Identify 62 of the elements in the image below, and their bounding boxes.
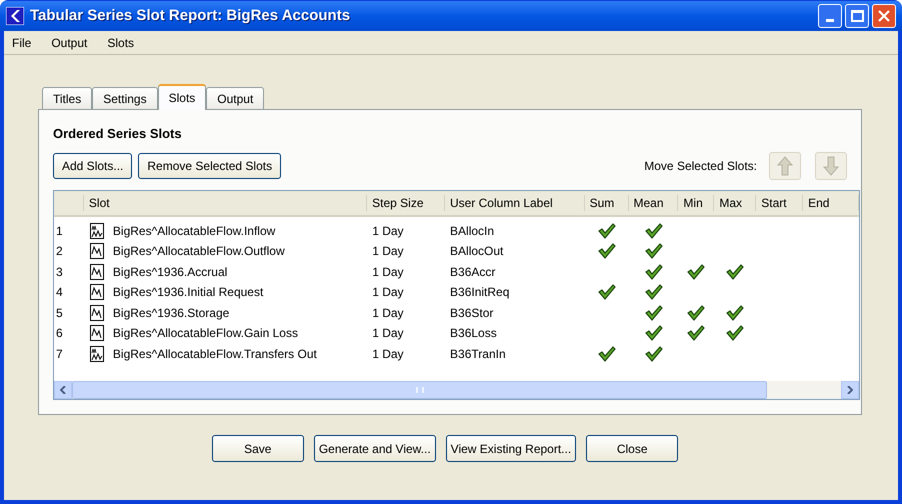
slot-cell-text: BigRes^AllocatableFlow.Outflow <box>112 243 285 260</box>
move-label: Move Selected Slots: <box>644 158 757 174</box>
close-icon <box>878 10 890 22</box>
section-title: Ordered Series Slots <box>53 125 183 143</box>
tab[interactable]: Slots <box>158 84 206 110</box>
minimize-button[interactable] <box>818 4 842 28</box>
column-header[interactable]: User Column Label <box>444 194 585 210</box>
down-arrow-icon <box>823 156 839 176</box>
app-logo-icon <box>6 7 24 25</box>
tab[interactable]: Output <box>206 87 264 109</box>
column-header[interactable]: Mean <box>628 194 678 210</box>
scroll-left-button[interactable] <box>54 380 72 398</box>
row-number: 5 <box>55 304 64 322</box>
column-header[interactable]: Max <box>714 194 756 210</box>
row-number: 7 <box>55 346 64 363</box>
menu-item[interactable]: Slots <box>107 34 134 52</box>
slot-cell-text: BigRes^1936.Storage <box>112 304 230 322</box>
column-header[interactable]: Start <box>756 194 804 210</box>
step-size-cell-text: 1 Day <box>371 284 405 302</box>
dialog-button[interactable]: Close <box>586 435 678 462</box>
step-size-cell-text: 1 Day <box>371 243 405 260</box>
scroll-right-button[interactable] <box>841 380 859 398</box>
label-cell-text: BAllocIn <box>449 222 496 240</box>
maximize-button[interactable] <box>845 4 869 28</box>
tab[interactable]: Titles <box>42 87 92 109</box>
row-number: 3 <box>55 264 64 281</box>
window-title: Tabular Series Slot Report: BigRes Accounts <box>30 6 350 26</box>
menu-item[interactable]: Output <box>51 34 88 52</box>
up-arrow-icon <box>777 156 793 176</box>
dialog-button[interactable]: Save <box>212 435 304 462</box>
menu-item[interactable]: File <box>12 34 32 52</box>
row-number: 4 <box>55 284 64 302</box>
dialog-button[interactable]: View Existing Report... <box>446 435 576 462</box>
slot-cell-text: BigRes^1936.Initial Request <box>112 284 264 302</box>
step-size-cell-text: 1 Day <box>371 222 405 240</box>
label-cell-text: B36Stor <box>449 304 494 322</box>
step-size-cell-text: 1 Day <box>371 304 405 322</box>
step-size-cell-text: 1 Day <box>371 346 405 363</box>
tab[interactable]: Settings <box>92 87 158 109</box>
row-number: 2 <box>55 243 64 260</box>
step-size-cell-text: 1 Day <box>371 264 405 281</box>
column-header[interactable]: End <box>803 194 859 210</box>
slot-cell-text: BigRes^AllocatableFlow.Inflow <box>112 222 276 240</box>
column-header[interactable]: Sum <box>584 194 629 210</box>
close-button[interactable] <box>872 4 896 28</box>
label-cell-text: B36Accr <box>449 264 496 281</box>
slot-cell-text: BigRes^AllocatableFlow.Transfers Out <box>112 346 317 363</box>
remove-slots-button[interactable]: Remove Selected Slots <box>138 152 282 178</box>
label-cell-text: B36InitReq <box>449 284 510 302</box>
column-header[interactable]: Step Size <box>367 194 445 210</box>
step-size-cell-text: 1 Day <box>371 325 405 342</box>
label-cell-text: BAllocOut <box>449 243 504 260</box>
slot-cell-text: BigRes^AllocatableFlow.Gain Loss <box>112 325 298 342</box>
row-number: 1 <box>55 222 64 240</box>
slot-cell-text: BigRes^1936.Accrual <box>112 264 228 281</box>
row-number: 6 <box>55 325 64 342</box>
column-header[interactable]: Slot <box>84 194 368 210</box>
column-header[interactable]: Min <box>678 194 714 210</box>
label-cell-text: B36Loss <box>449 325 498 342</box>
add-slots-button[interactable]: Add Slots... <box>53 152 132 178</box>
dialog-button[interactable]: Generate and View... <box>314 435 436 462</box>
label-cell-text: B36TranIn <box>449 346 507 363</box>
